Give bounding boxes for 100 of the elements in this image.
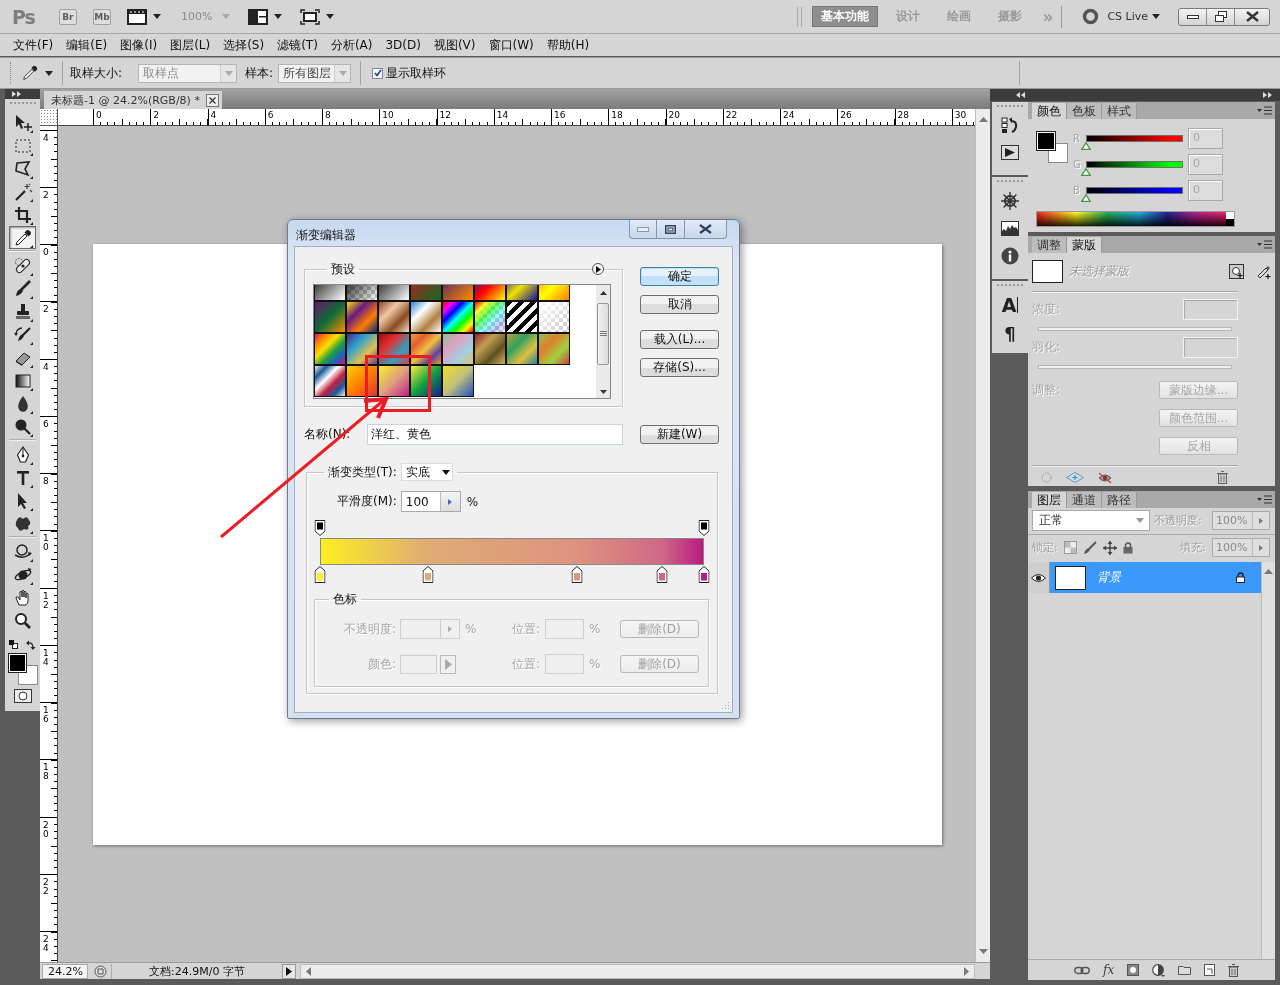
gradient-swatch[interactable] xyxy=(474,301,506,333)
position-field[interactable] xyxy=(545,654,584,674)
ship-wheel-icon[interactable] xyxy=(1001,192,1019,210)
slider-thumb[interactable] xyxy=(1081,141,1091,150)
menu-item[interactable]: 视图(V) xyxy=(433,36,476,54)
smoothness-field[interactable]: 100 xyxy=(400,491,461,512)
dialog-button[interactable]: 载入(L)... xyxy=(640,330,719,349)
tool-preset-picker[interactable] xyxy=(21,64,53,82)
scroll-thumb[interactable] xyxy=(597,302,609,365)
paragraph-panel-button[interactable]: ¶ xyxy=(1004,325,1016,343)
menu-item[interactable]: 图像(I) xyxy=(120,36,158,54)
play-icon[interactable] xyxy=(1001,145,1019,160)
gradient-swatch[interactable] xyxy=(442,301,474,333)
channel-slider[interactable] xyxy=(1086,186,1183,194)
position-field[interactable] xyxy=(545,619,584,639)
color-stop[interactable] xyxy=(656,566,668,583)
blend-mode-select[interactable]: 正常 xyxy=(1032,510,1150,531)
value-field[interactable] xyxy=(1183,337,1238,358)
presets-scrollbar[interactable] xyxy=(596,285,610,398)
new-button[interactable]: 新建(W) xyxy=(640,425,719,444)
slider-track[interactable] xyxy=(1038,365,1232,369)
trash-icon[interactable] xyxy=(1217,471,1228,484)
gradient-swatch[interactable] xyxy=(538,301,570,333)
status-icon[interactable] xyxy=(94,964,107,978)
right-arrow-icon[interactable] xyxy=(964,966,969,976)
gradient-swatch[interactable] xyxy=(346,365,378,397)
gradient-swatch[interactable] xyxy=(442,365,474,397)
panel-tab[interactable]: 调整 xyxy=(1032,237,1067,253)
panel-tab[interactable]: 路径 xyxy=(1102,492,1137,508)
color-menu-button[interactable] xyxy=(440,654,456,674)
ring-icon[interactable] xyxy=(1082,8,1100,25)
extras-dropdown[interactable] xyxy=(126,8,161,25)
up-arrow-icon[interactable] xyxy=(599,291,607,295)
link-icon[interactable] xyxy=(1074,965,1090,975)
history-icon[interactable] xyxy=(1001,117,1019,134)
slider-thumb[interactable] xyxy=(1081,167,1091,176)
menu-item[interactable]: 选择(S) xyxy=(223,36,265,54)
mask-icon[interactable] xyxy=(1127,964,1140,976)
color-stop[interactable] xyxy=(314,566,326,583)
new-layer-icon[interactable] xyxy=(1204,964,1216,976)
effects-button[interactable]: fx xyxy=(1103,963,1115,977)
gradient-swatch[interactable] xyxy=(506,333,538,365)
gradient-swatch[interactable] xyxy=(346,333,378,365)
visibility-toggle[interactable] xyxy=(1028,562,1050,593)
show-ring-checkbox[interactable] xyxy=(372,67,384,79)
pixel-mask-icon[interactable] xyxy=(1229,264,1244,279)
arrange-dropdown[interactable] xyxy=(248,8,283,25)
opacity-stop[interactable] xyxy=(314,520,326,536)
gradient-swatch[interactable] xyxy=(474,333,506,365)
menu-item[interactable]: 滤镜(T) xyxy=(277,36,318,54)
channel-slider[interactable] xyxy=(1086,160,1183,168)
dotted-circle-icon[interactable] xyxy=(1041,472,1052,483)
trash-icon[interactable] xyxy=(1228,963,1240,977)
panel-menu-icon[interactable] xyxy=(1257,106,1272,115)
left-arrow-icon[interactable] xyxy=(306,966,311,976)
document-tab[interactable]: 未标题-1 @ 24.2%(RGB/8) * xyxy=(44,91,222,109)
padlock-icon[interactable] xyxy=(1122,541,1133,554)
presets-menu-button[interactable] xyxy=(592,263,604,275)
panel-menu-icon[interactable] xyxy=(1257,495,1272,504)
gradient-type-select[interactable]: 实底 xyxy=(400,463,453,481)
bridge-button[interactable]: Br xyxy=(58,8,77,25)
menu-item[interactable]: 帮助(H) xyxy=(546,36,590,54)
panel-tab[interactable]: 样式 xyxy=(1102,103,1137,119)
zoom-field[interactable]: 24.2% xyxy=(42,963,88,979)
mask-thumbnail[interactable] xyxy=(1032,260,1063,283)
opacity-stop[interactable] xyxy=(698,520,710,536)
menu-item[interactable]: 文件(F) xyxy=(13,36,54,54)
panel-tab[interactable]: 颜色 xyxy=(1032,103,1067,119)
close-tab-button[interactable] xyxy=(205,93,219,107)
expand-icon[interactable] xyxy=(1263,92,1272,98)
down-arrow-icon[interactable] xyxy=(599,390,607,394)
panel-menu-icon[interactable] xyxy=(1257,240,1272,249)
color-stop[interactable] xyxy=(571,566,583,583)
color-swatches[interactable] xyxy=(1036,131,1068,163)
move-cross-icon[interactable] xyxy=(1102,540,1117,555)
stop-color-swatch[interactable] xyxy=(400,654,437,674)
opacity-field[interactable] xyxy=(400,619,460,639)
screen-mode-dropdown[interactable] xyxy=(300,8,335,25)
hidden-eye-icon[interactable] xyxy=(1098,471,1112,484)
color-spectrum[interactable] xyxy=(1036,211,1235,227)
vector-mask-icon[interactable] xyxy=(1256,264,1271,279)
gradient-swatch[interactable] xyxy=(410,301,442,333)
color-swatches[interactable] xyxy=(7,653,38,685)
dialog-button[interactable]: 取消 xyxy=(640,295,719,314)
default-colors-icon[interactable] xyxy=(9,640,18,649)
value-field[interactable] xyxy=(1183,299,1238,320)
gradient-swatch[interactable] xyxy=(314,301,346,333)
dialog-button[interactable]: 存储(S)... xyxy=(640,358,719,377)
brush-icon[interactable] xyxy=(1082,540,1097,555)
layers-scrollbar[interactable] xyxy=(1261,562,1275,959)
gradient-swatch[interactable] xyxy=(314,333,346,365)
collapse-icon[interactable] xyxy=(1016,92,1025,98)
panel-tab[interactable]: 通道 xyxy=(1067,492,1102,508)
status-menu-button[interactable] xyxy=(282,963,296,979)
panel-tab[interactable]: 蒙版 xyxy=(1067,237,1102,253)
quick-mask-icon[interactable] xyxy=(13,689,32,703)
channel-slider[interactable] xyxy=(1086,134,1183,142)
ruler-origin[interactable] xyxy=(40,109,58,126)
slider-track[interactable] xyxy=(1038,327,1232,331)
mini-bridge-button[interactable]: Mb xyxy=(92,8,111,25)
